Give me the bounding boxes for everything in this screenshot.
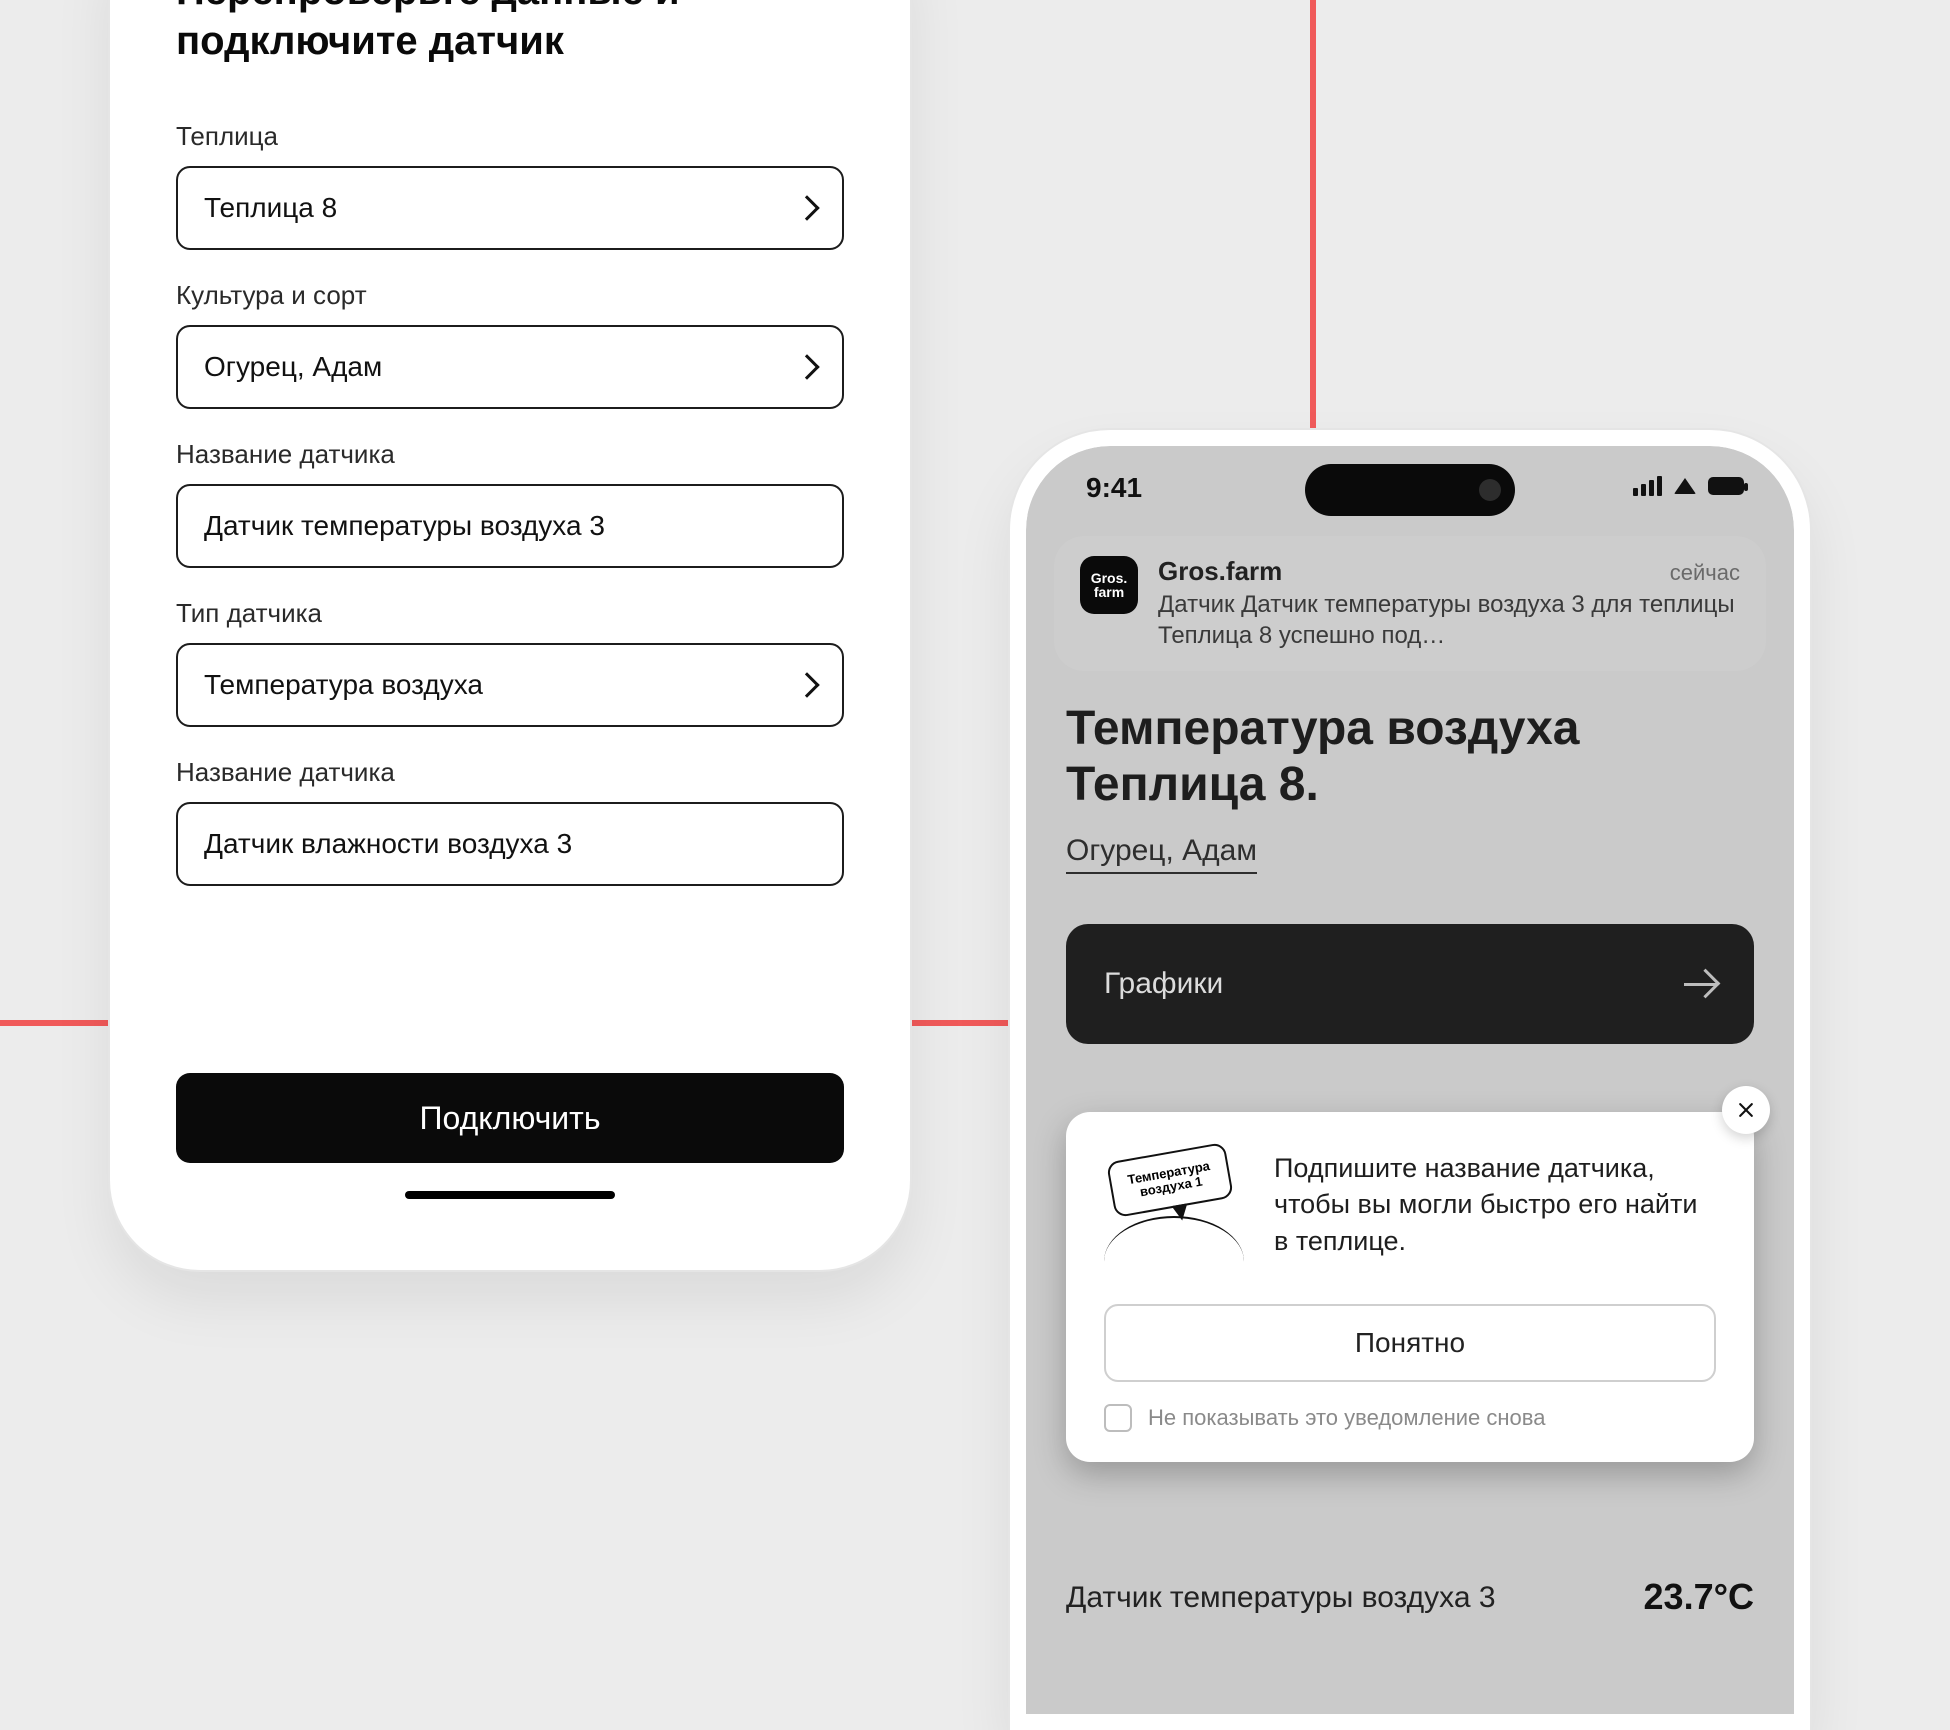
field-label-sensor-type: Тип датчика	[176, 598, 844, 629]
guide-line-horizontal-mid	[910, 1020, 1010, 1026]
tip-close-button[interactable]	[1722, 1086, 1770, 1134]
sensor-type-value: Температура воздуха	[204, 669, 483, 701]
push-notification[interactable]: Gros. farm Gros.farm сейчас Датчик Датчи…	[1054, 536, 1766, 671]
tip-text: Подпишите название датчика, чтобы вы мог…	[1274, 1150, 1716, 1259]
status-bar: 9:41	[1026, 446, 1794, 526]
field-label-crop: Культура и сорт	[176, 280, 844, 311]
crop-select[interactable]: Огурец, Адам	[176, 325, 844, 409]
close-icon	[1736, 1100, 1756, 1120]
sensor-name-value-1: Датчик температуры воздуха 3	[204, 510, 605, 542]
charts-label: Графики	[1104, 967, 1223, 1001]
field-label-greenhouse: Теплица	[176, 121, 844, 152]
push-app-name: Gros.farm	[1158, 556, 1282, 587]
chevron-right-icon	[794, 672, 819, 697]
phone-frame-right: 9:41 Gros. farm Gros.farm сейчас Датчик …	[1010, 430, 1810, 1730]
home-indicator	[405, 1191, 615, 1199]
sensor-name-value-2: Датчик влажности воздуха 3	[204, 828, 572, 860]
crop-link[interactable]: Огурец, Адам	[1066, 834, 1257, 874]
crop-value: Огурец, Адам	[204, 351, 382, 383]
screen-title: Температура воздуха Теплица 8.	[1066, 701, 1754, 811]
field-label-sensor-name-2: Название датчика	[176, 757, 844, 788]
statusbar-time: 9:41	[1086, 472, 1142, 504]
dynamic-island	[1305, 464, 1515, 516]
dont-show-again[interactable]: Не показывать это уведомление снова	[1104, 1404, 1716, 1432]
page-title: Перепроверьте данные и подключите датчик	[176, 0, 844, 66]
dont-show-label: Не показывать это уведомление снова	[1148, 1405, 1545, 1431]
tip-illustration: Температура воздуха 1	[1104, 1150, 1244, 1270]
charts-card[interactable]: Графики	[1066, 924, 1754, 1044]
tip-tag-label: Температура воздуха 1	[1106, 1142, 1234, 1218]
sensor-value: 23.7°C	[1644, 1576, 1754, 1618]
sensor-name: Датчик температуры воздуха 3	[1066, 1578, 1496, 1617]
greenhouse-value: Теплица 8	[204, 192, 337, 224]
phone-frame-left: Перепроверьте данные и подключите датчик…	[110, 0, 910, 1270]
guide-line-horizontal-left	[0, 1020, 120, 1026]
field-label-sensor-name-1: Название датчика	[176, 439, 844, 470]
sensor-type-select[interactable]: Температура воздуха	[176, 643, 844, 727]
checkbox-icon[interactable]	[1104, 1404, 1132, 1432]
greenhouse-select[interactable]: Теплица 8	[176, 166, 844, 250]
push-message: Датчик Датчик температуры воздуха 3 для …	[1158, 589, 1740, 651]
cellular-icon	[1633, 476, 1662, 496]
tip-card: Температура воздуха 1 Подпишите название…	[1066, 1112, 1754, 1462]
sensor-row[interactable]: Датчик температуры воздуха 3 23.7°C	[1066, 1576, 1754, 1618]
push-timestamp: сейчас	[1670, 560, 1740, 586]
wifi-icon	[1674, 478, 1696, 494]
connect-button[interactable]: Подключить	[176, 1073, 844, 1163]
battery-icon	[1708, 477, 1744, 495]
push-app-icon: Gros. farm	[1080, 556, 1138, 614]
guide-line-vertical	[1310, 0, 1316, 435]
sensor-name-input-1[interactable]: Датчик температуры воздуха 3	[176, 484, 844, 568]
chevron-right-icon	[794, 354, 819, 379]
tip-ok-button[interactable]: Понятно	[1104, 1304, 1716, 1382]
sensor-name-input-2[interactable]: Датчик влажности воздуха 3	[176, 802, 844, 886]
chevron-right-icon	[794, 195, 819, 220]
